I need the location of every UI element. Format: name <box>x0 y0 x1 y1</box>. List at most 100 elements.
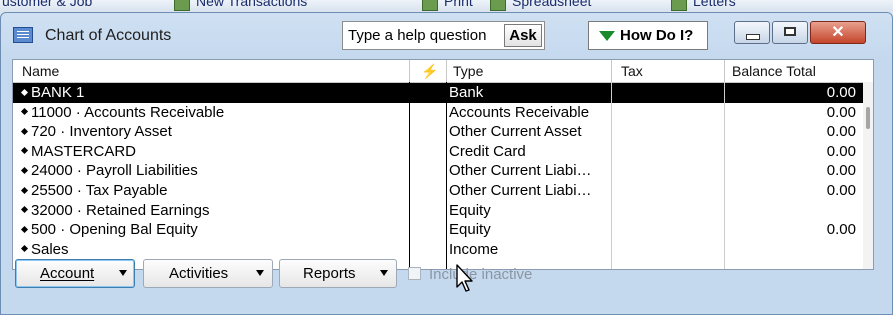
include-inactive-label: Include inactive <box>429 266 533 283</box>
account-name-text: 24000 · Payroll Liabilities <box>31 162 198 180</box>
diamond-bullet-icon <box>20 225 29 233</box>
account-balance: 0.00 <box>826 123 856 141</box>
scrollbar-thumb[interactable] <box>866 107 870 129</box>
vertical-scrollbar[interactable] <box>863 82 873 269</box>
account-name: 720 · Inventory Asset <box>20 122 405 141</box>
account-type: Other Current Liabi… <box>449 182 592 199</box>
account-type: Equity <box>449 201 491 219</box>
column-header-name[interactable]: Name <box>22 60 59 82</box>
window-title: Chart of Accounts <box>45 27 172 44</box>
account-name: BANK 1 <box>20 83 405 102</box>
account-type: Bank <box>449 84 484 101</box>
reports-menu-button[interactable]: Reports <box>279 259 397 288</box>
account-type: Income <box>449 240 499 258</box>
account-row[interactable]: 500 · Opening Bal Equity Equity 0.00 <box>13 220 863 240</box>
account-name: 500 · Opening Bal Equity <box>20 220 405 239</box>
account-name: 25500 · Tax Payable <box>20 181 405 200</box>
maximize-button[interactable] <box>772 21 808 44</box>
account-row[interactable]: MASTERCARD Credit Card 0.00 <box>13 142 863 162</box>
diamond-bullet-icon <box>20 166 29 174</box>
account-balance: 0.00 <box>826 84 856 101</box>
account-name-text: 11000 · Accounts Receivable <box>31 103 225 121</box>
minimize-icon <box>746 34 760 40</box>
account-row[interactable]: 11000 · Accounts Receivable Accounts Rece… <box>13 103 863 123</box>
background-toolbar-item[interactable]: Letters <box>693 0 736 9</box>
close-icon: ✕ <box>831 24 845 41</box>
ask-button[interactable]: Ask <box>504 24 542 47</box>
triangle-down-icon <box>599 31 615 41</box>
account-name-text: 25500 · Tax Payable <box>31 182 168 199</box>
diamond-bullet-icon <box>20 186 29 194</box>
close-button[interactable]: ✕ <box>810 21 866 44</box>
reports-button-label: Reports <box>303 265 356 282</box>
help-question-box[interactable]: Type a help question Ask <box>342 21 545 50</box>
how-do-i-label: How Do I? <box>620 27 694 44</box>
activities-menu-button[interactable]: Activities <box>143 259 273 288</box>
toolbar-icon <box>174 0 190 11</box>
background-app-toolbar: ustomer & Job New Transactions Print Spread… <box>0 0 893 12</box>
attach-icon[interactable]: ⚡ <box>421 60 438 82</box>
column-line <box>724 82 725 269</box>
account-name-text: 500 · Opening Bal Equity <box>31 221 198 239</box>
column-divider[interactable] <box>446 60 447 82</box>
column-header-type[interactable]: Type <box>453 60 483 82</box>
help-question-prompt[interactable]: Type a help question <box>348 27 486 44</box>
diamond-bullet-icon <box>20 147 29 155</box>
diamond-bullet-icon <box>20 245 29 253</box>
account-balance: 0.00 <box>826 103 856 121</box>
account-name: 32000 · Retained Earnings <box>20 201 405 220</box>
account-type: Accounts Receivable <box>449 103 590 121</box>
dropdown-arrow-icon <box>380 270 388 276</box>
account-balance: 0.00 <box>826 142 856 160</box>
account-type: Other Current Liabi… <box>449 162 592 180</box>
diamond-bullet-icon <box>20 127 29 135</box>
account-name-text: Sales <box>31 240 69 258</box>
account-name-text: 720 · Inventory Asset <box>31 123 172 141</box>
column-line <box>446 82 447 269</box>
account-name: 24000 · Payroll Liabilities <box>20 161 405 180</box>
account-menu-button[interactable]: Account <box>15 259 135 288</box>
background-toolbar-item[interactable]: New Transactions <box>196 0 307 9</box>
account-name-text: 32000 · Retained Earnings <box>31 201 210 219</box>
account-row[interactable]: Sales Income <box>13 240 863 260</box>
checkbox-box[interactable] <box>408 267 421 280</box>
column-divider[interactable] <box>409 60 410 82</box>
account-balance: 0.00 <box>826 221 856 239</box>
how-do-i-button[interactable]: How Do I? <box>588 21 708 50</box>
account-name: 11000 · Accounts Receivable <box>20 103 405 122</box>
list-window-icon <box>13 27 33 43</box>
dropdown-arrow-icon <box>256 270 264 276</box>
account-row[interactable]: 32000 · Retained Earnings Equity <box>13 201 863 221</box>
account-button-label: Account <box>40 265 95 282</box>
background-toolbar-item[interactable]: ustomer & Job <box>2 0 92 9</box>
minimize-button[interactable] <box>734 21 770 44</box>
account-type: Credit Card <box>449 142 526 160</box>
accounts-list[interactable]: Name ⚡ Type Tax Balance Total BANK 1 Bank… <box>12 59 874 270</box>
account-name-text: BANK 1 <box>31 84 85 101</box>
activities-button-label: Activities <box>169 265 229 282</box>
account-name: MASTERCARD <box>20 142 405 161</box>
column-divider[interactable] <box>724 60 725 82</box>
mouse-pointer-icon <box>456 264 473 292</box>
toolbar-icon <box>671 0 687 11</box>
column-header-tax[interactable]: Tax <box>621 60 643 82</box>
diamond-bullet-icon <box>20 108 29 116</box>
account-row[interactable]: 720 · Inventory Asset Other Current Asset… <box>13 122 863 142</box>
column-divider[interactable] <box>611 60 612 82</box>
maximize-icon <box>784 27 796 36</box>
diamond-bullet-icon <box>20 206 29 214</box>
list-header: Name ⚡ Type Tax Balance Total <box>13 60 873 83</box>
column-line <box>611 82 612 269</box>
diamond-bullet-icon <box>20 88 29 96</box>
column-line <box>409 82 410 269</box>
background-toolbar-item[interactable]: Spreadsheet <box>512 0 591 9</box>
account-row[interactable]: BANK 1 Bank 0.00 <box>13 83 863 103</box>
account-row[interactable]: 25500 · Tax Payable Other Current Liabi… 0… <box>13 181 863 201</box>
column-header-balance-total[interactable]: Balance Total <box>732 60 816 82</box>
background-toolbar-item[interactable]: Print <box>444 0 473 9</box>
toolbar-icon <box>422 0 438 11</box>
account-name-text: MASTERCARD <box>31 142 137 160</box>
toolbar-icon <box>490 0 506 11</box>
account-row[interactable]: 24000 · Payroll Liabilities Other Current… <box>13 161 863 181</box>
account-name: Sales <box>20 240 405 259</box>
